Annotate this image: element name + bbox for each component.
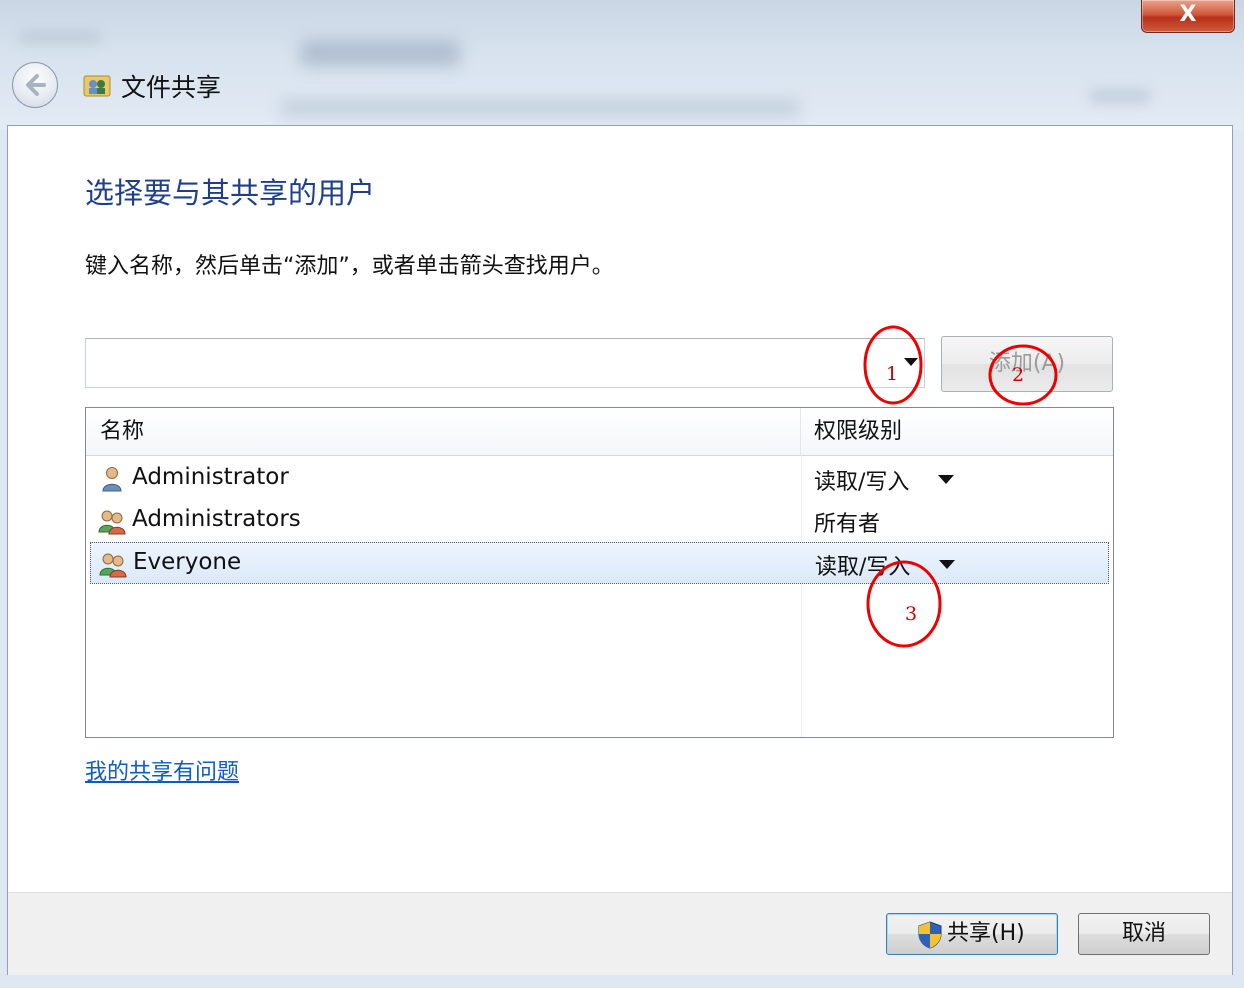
blurred-background bbox=[300, 40, 460, 66]
blurred-background bbox=[20, 30, 100, 44]
close-icon: X bbox=[1179, 2, 1197, 27]
instruction-text: 键入名称，然后单击“添加”，或者单击箭头查找用户。 bbox=[85, 254, 614, 279]
close-button[interactable]: X bbox=[1141, 0, 1235, 33]
row-name: Administrator bbox=[132, 464, 289, 490]
file-sharing-dialog: 选择要与其共享的用户 键入名称，然后单击“添加”，或者单击箭头查找用户。 添加(… bbox=[7, 125, 1233, 975]
row-name: Administrators bbox=[132, 506, 301, 532]
table-row[interactable]: Administrator 读取/写入 bbox=[86, 458, 1113, 500]
back-arrow-icon bbox=[26, 74, 46, 96]
user-permission-table: 名称 权限级别 Administrator 读取/写入 Administrato… bbox=[85, 407, 1114, 738]
row-name: Everyone bbox=[133, 549, 242, 575]
window-chrome bbox=[0, 0, 1244, 130]
column-header-name[interactable]: 名称 bbox=[86, 408, 801, 456]
blurred-background bbox=[1090, 88, 1150, 104]
user-icon bbox=[102, 467, 122, 492]
annotation-number: 2 bbox=[1012, 364, 1025, 386]
chevron-down-icon[interactable] bbox=[904, 358, 918, 366]
page-title: 选择要与其共享的用户 bbox=[85, 176, 376, 210]
row-permission[interactable]: 读取/写入 bbox=[814, 464, 909, 496]
table-row[interactable]: Administrators 所有者 bbox=[86, 500, 1113, 542]
share-button-label: 共享(H) bbox=[947, 921, 1025, 946]
row-permission[interactable]: 读取/写入 bbox=[815, 549, 910, 581]
chevron-down-icon[interactable] bbox=[938, 475, 954, 484]
chevron-down-icon[interactable] bbox=[939, 560, 955, 569]
share-button[interactable]: 共享(H) bbox=[886, 913, 1058, 955]
dialog-footer: 共享(H) 取消 bbox=[8, 892, 1232, 975]
table-row-selected[interactable]: Everyone 读取/写入 bbox=[90, 542, 1109, 584]
window-title: 文件共享 bbox=[121, 73, 222, 102]
annotation-number: 1 bbox=[886, 363, 899, 385]
share-users-icon bbox=[83, 75, 111, 97]
group-icon bbox=[98, 510, 126, 535]
group-icon bbox=[99, 553, 127, 578]
column-header-permission[interactable]: 权限级别 bbox=[801, 408, 1113, 456]
annotation-number: 3 bbox=[905, 603, 918, 625]
back-button[interactable] bbox=[12, 62, 58, 108]
user-name-combobox[interactable] bbox=[85, 338, 925, 388]
row-permission: 所有者 bbox=[814, 512, 881, 537]
sharing-help-link[interactable]: 我的共享有问题 bbox=[85, 754, 239, 786]
blurred-background bbox=[280, 100, 800, 116]
add-button[interactable]: 添加(A) bbox=[941, 336, 1113, 392]
cancel-button[interactable]: 取消 bbox=[1078, 913, 1210, 955]
uac-shield-icon bbox=[918, 921, 942, 949]
